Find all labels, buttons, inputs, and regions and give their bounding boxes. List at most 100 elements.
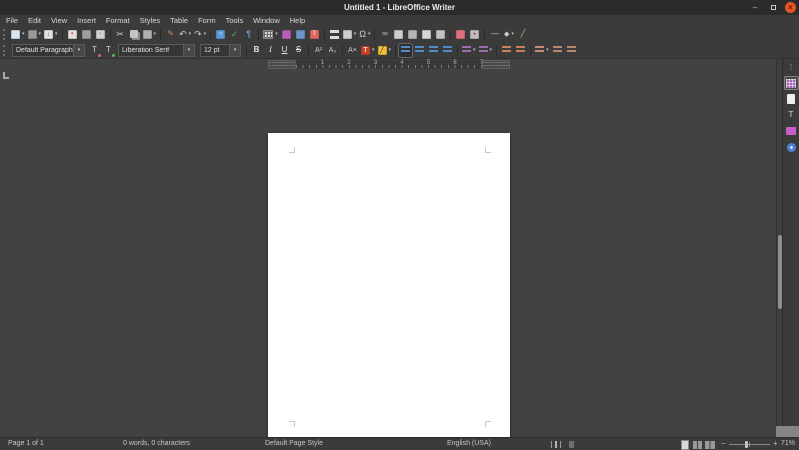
menu-table[interactable]: Table — [165, 15, 193, 26]
insert-footnote-button[interactable] — [392, 28, 405, 41]
highlight-color-button[interactable]: ╱ ▾ — [377, 44, 393, 57]
track-changes-button[interactable]: ▸ — [468, 28, 481, 41]
minimize-button[interactable]: – — [749, 2, 761, 14]
basic-shapes-dropdown[interactable]: ▾ — [511, 31, 514, 37]
align-justified-button[interactable] — [441, 44, 454, 57]
open-dropdown[interactable]: ▾ — [39, 31, 42, 37]
book-view-icon[interactable] — [705, 441, 715, 449]
strikethrough-button[interactable]: S — [292, 44, 305, 57]
sidebar-tab-gallery[interactable] — [785, 125, 798, 137]
decrease-indent-button[interactable] — [514, 44, 527, 57]
clone-formatting-button[interactable]: ✎ — [164, 28, 177, 41]
insert-comment-button[interactable] — [454, 28, 467, 41]
clear-formatting-button[interactable]: A× — [346, 44, 359, 57]
ruler-active-area[interactable]: 1 2 3 4 5 6 7 — [296, 60, 483, 69]
menu-form[interactable]: Form — [193, 15, 221, 26]
superscript-button[interactable]: A² — [312, 44, 325, 57]
zoom-out-button[interactable]: − — [721, 438, 726, 450]
menu-view[interactable]: View — [46, 15, 72, 26]
font-name-select[interactable]: Liberation Serif ▾ — [118, 43, 195, 57]
decrease-paragraph-spacing-button[interactable] — [565, 44, 578, 57]
undo-dropdown[interactable]: ▾ — [189, 31, 192, 37]
menu-edit[interactable]: Edit — [23, 15, 46, 26]
sidebar-tab-styles[interactable]: T — [785, 109, 798, 121]
insert-image-button[interactable] — [280, 28, 293, 41]
insert-cross-reference-button[interactable] — [434, 28, 447, 41]
toolbar-drag-handle[interactable] — [3, 28, 7, 40]
insert-field-button[interactable]: ▾ — [342, 28, 358, 41]
bold-button[interactable]: B — [250, 44, 263, 57]
document-page[interactable] — [268, 133, 510, 445]
font-color-button[interactable]: T ▾ — [360, 44, 376, 57]
open-button[interactable]: ▾ — [27, 28, 43, 41]
new-document-button[interactable]: ▾ — [10, 28, 26, 41]
underline-button[interactable]: U — [278, 44, 291, 57]
close-button[interactable]: × — [785, 2, 796, 13]
print-preview-button[interactable]: ◦ — [94, 28, 107, 41]
font-size-select[interactable]: 12 pt ▾ — [200, 43, 241, 57]
draw-functions-button[interactable]: ╱ — [516, 28, 529, 41]
line-spacing-dropdown[interactable]: ▾ — [546, 47, 549, 53]
single-page-view-icon[interactable] — [682, 441, 688, 449]
unordered-list-button[interactable]: ▾ — [461, 44, 477, 57]
subscript-button[interactable]: A₂ — [326, 44, 339, 57]
update-style-button[interactable]: T — [88, 44, 101, 57]
align-center-button[interactable] — [413, 44, 426, 57]
spelling-button[interactable]: ✓ — [228, 28, 241, 41]
copy-button[interactable] — [128, 28, 141, 41]
multi-page-view-icon[interactable] — [693, 441, 702, 449]
maximize-button[interactable] — [767, 2, 779, 14]
horizontal-ruler[interactable]: 1 2 3 4 5 6 7 — [268, 60, 510, 69]
new-document-dropdown[interactable]: ▾ — [22, 31, 25, 37]
page-count[interactable]: Page 1 of 1 — [8, 438, 44, 450]
ruler-tab-selector[interactable] — [3, 72, 9, 79]
increase-paragraph-spacing-button[interactable] — [551, 44, 564, 57]
font-size-dropdown[interactable]: ▾ — [229, 44, 240, 56]
ordered-list-button[interactable]: ▾ — [478, 44, 494, 57]
insert-bookmark-button[interactable] — [420, 28, 433, 41]
increase-indent-button[interactable] — [500, 44, 513, 57]
menu-format[interactable]: Format — [101, 15, 135, 26]
cut-button[interactable]: ✂ — [114, 28, 127, 41]
font-name-dropdown[interactable]: ▾ — [183, 44, 194, 56]
align-left-button[interactable] — [399, 43, 413, 57]
formatting-marks-button[interactable]: ¶ — [242, 28, 255, 41]
ordered-list-dropdown[interactable]: ▾ — [490, 47, 493, 53]
sidebar-tab-page[interactable] — [785, 93, 798, 105]
menu-styles[interactable]: Styles — [135, 15, 165, 26]
line-spacing-button[interactable]: ▾ — [534, 44, 550, 57]
insert-page-break-button[interactable] — [328, 28, 341, 41]
ruler-right-margin[interactable] — [482, 60, 510, 69]
toolbar-drag-handle[interactable] — [3, 44, 7, 56]
page-style[interactable]: Default Page Style — [265, 438, 323, 450]
sidebar-settings-button[interactable]: ⋮ — [785, 61, 798, 73]
insert-special-character-dropdown[interactable]: ▾ — [368, 31, 371, 37]
save-dropdown[interactable]: ▾ — [55, 31, 58, 37]
new-style-button[interactable]: T — [102, 44, 115, 57]
sidebar-tab-properties[interactable] — [784, 77, 798, 89]
ruler-left-margin[interactable] — [268, 60, 296, 69]
unordered-list-dropdown[interactable]: ▾ — [473, 47, 476, 53]
insert-endnote-button[interactable] — [406, 28, 419, 41]
zoom-in-button[interactable]: + — [773, 438, 778, 450]
paragraph-style-dropdown[interactable]: ▾ — [73, 44, 84, 56]
insert-hyperlink-button[interactable]: ∞ — [378, 28, 391, 41]
save-button[interactable]: ↓ ▾ — [43, 28, 59, 41]
basic-shapes-button[interactable]: ◆ ▾ — [502, 28, 515, 41]
menu-help[interactable]: Help — [285, 15, 310, 26]
zoom-slider-thumb[interactable] — [745, 441, 748, 448]
insert-line-button[interactable]: — — [488, 28, 501, 41]
undo-button[interactable]: ↶ ▾ — [178, 28, 192, 41]
zoom-level[interactable]: 71% — [781, 438, 795, 450]
sidebar-tab-navigator[interactable] — [785, 141, 798, 153]
highlight-color-dropdown[interactable]: ▾ — [389, 47, 392, 53]
paste-dropdown[interactable]: ▾ — [154, 31, 157, 37]
menu-window[interactable]: Window — [248, 15, 285, 26]
menu-insert[interactable]: Insert — [72, 15, 101, 26]
menu-file[interactable]: File — [1, 15, 23, 26]
insert-special-character-button[interactable]: Ω ▾ — [358, 28, 371, 41]
insert-text-box-button[interactable]: T — [308, 28, 321, 41]
word-count[interactable]: 0 words, 0 characters — [123, 438, 190, 450]
paste-button[interactable]: ▾ — [142, 28, 158, 41]
redo-dropdown[interactable]: ▾ — [204, 31, 207, 37]
